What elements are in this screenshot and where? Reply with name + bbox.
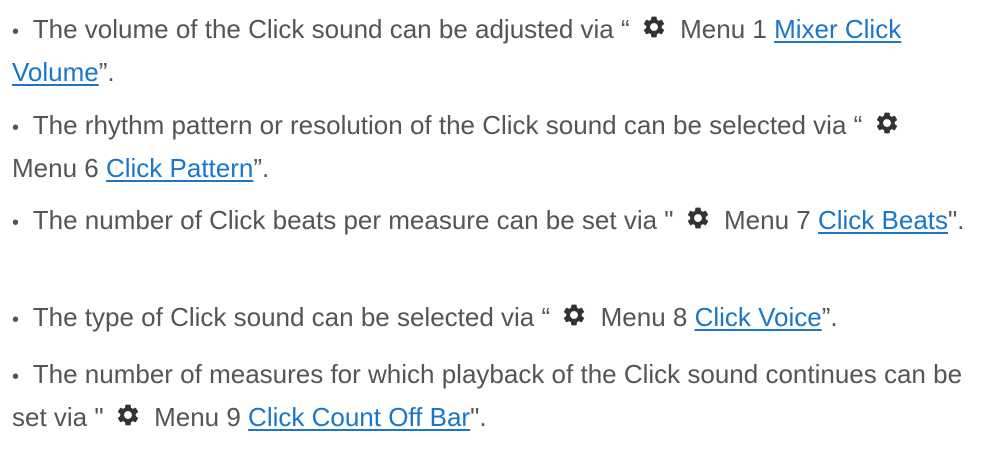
- menu-label: Menu 9: [154, 402, 241, 432]
- item-text-before: The type of Click sound can be selected …: [32, 302, 551, 332]
- list-item: • The volume of the Click sound can be a…: [12, 9, 972, 92]
- gear-icon: [115, 402, 141, 428]
- bullet-symbol: •: [12, 309, 20, 331]
- item-text-before: The volume of the Click sound can be adj…: [32, 14, 630, 44]
- menu-label: Menu 7: [724, 205, 811, 235]
- gear-icon: [561, 302, 587, 328]
- item-text-before: The number of Click beats per measure ca…: [32, 205, 674, 235]
- list-item: • The type of Click sound can be selecte…: [12, 297, 972, 340]
- list-item: • The number of measures for which playb…: [12, 354, 972, 437]
- gear-icon: [874, 110, 900, 136]
- item-text-after: ”.: [253, 153, 270, 183]
- gear-icon: [685, 205, 711, 231]
- bullet-list: • The volume of the Click sound can be a…: [0, 0, 995, 472]
- list-item: • The number of Click beats per measure …: [12, 200, 972, 243]
- bullet-symbol: •: [12, 117, 20, 139]
- menu-label: Menu 6: [12, 153, 99, 183]
- item-text-after: ”.: [98, 57, 115, 87]
- item-text-before: The rhythm pattern or resolution of the …: [32, 110, 863, 140]
- bullet-symbol: •: [12, 21, 20, 43]
- gear-icon: [641, 14, 667, 40]
- menu-label: Menu 1: [680, 14, 767, 44]
- menu-label: Menu 8: [600, 302, 688, 332]
- item-text-after: ".: [470, 402, 487, 432]
- link-click-beats[interactable]: Click Beats: [818, 205, 948, 235]
- link-click-voice[interactable]: Click Voice: [695, 302, 822, 332]
- item-text-after: ".: [948, 205, 965, 235]
- link-click-count-off-bar[interactable]: Click Count Off Bar: [248, 402, 470, 432]
- list-item: • The rhythm pattern or resolution of th…: [12, 105, 972, 188]
- item-text-after: ”.: [821, 302, 838, 332]
- link-click-pattern[interactable]: Click Pattern: [106, 153, 253, 183]
- bullet-symbol: •: [12, 212, 20, 234]
- bullet-symbol: •: [12, 366, 20, 388]
